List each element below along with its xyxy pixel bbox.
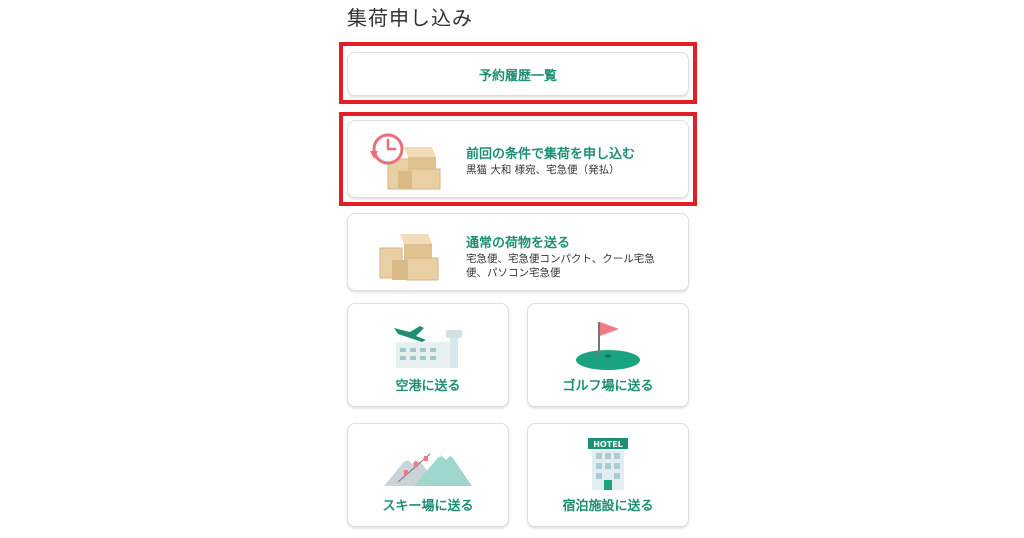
highlight-frame: [339, 112, 697, 206]
tile-label: 空港に送る: [395, 379, 461, 394]
send-to-ski-resort-tile[interactable]: スキー場に送る: [347, 423, 509, 527]
page-title: 集荷申し込み: [347, 6, 473, 30]
golf-flag-icon: [573, 318, 643, 372]
send-to-airport-tile[interactable]: 空港に送る: [347, 303, 509, 407]
send-to-lodging-tile[interactable]: HOTEL 宿泊施設に送る: [527, 423, 689, 527]
tile-label: スキー場に送る: [382, 499, 474, 514]
boxes-icon: [366, 222, 446, 286]
hotel-icon: HOTEL: [586, 436, 630, 490]
normal-card-title: 通常の荷物を送る: [466, 236, 571, 251]
send-to-golf-course-tile[interactable]: ゴルフ場に送る: [527, 303, 689, 407]
highlight-frame: [339, 42, 697, 104]
normal-card-subtitle: 宅急便、宅急便コンパクト、クール宅急便、パソコン宅急便: [466, 253, 655, 279]
send-normal-package-card[interactable]: 通常の荷物を送る 宅急便、宅急便コンパクト、クール宅急便、パソコン宅急便: [347, 213, 689, 291]
hotel-sign-text: HOTEL: [593, 440, 623, 449]
tile-label: ゴルフ場に送る: [562, 379, 654, 394]
ski-mountain-icon: [384, 442, 472, 486]
airport-icon: [390, 318, 466, 372]
tile-label: 宿泊施設に送る: [562, 499, 654, 514]
